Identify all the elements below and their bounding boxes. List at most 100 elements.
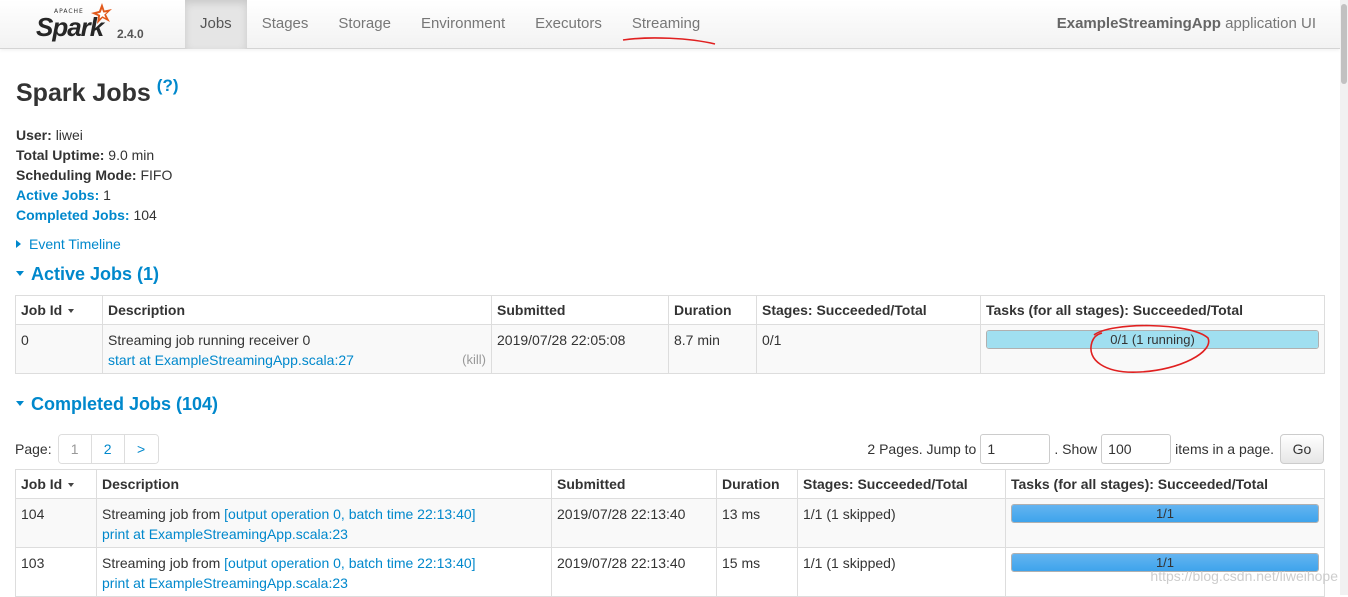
spark-version: 2.4.0 bbox=[117, 27, 144, 41]
scrollbar-thumb[interactable] bbox=[1341, 4, 1347, 84]
job-submitted: 2019/07/28 22:13:40 bbox=[551, 547, 717, 597]
active-jobs-heading[interactable]: Active Jobs (1) bbox=[16, 264, 159, 285]
progress-label: 0/1 (1 running) bbox=[1110, 332, 1195, 347]
col-tasks[interactable]: Tasks (for all stages): Succeeded/Total bbox=[1005, 469, 1325, 499]
page-size-input[interactable] bbox=[1101, 434, 1172, 464]
active-jobs-table: Job Id Description Submitted Duration St… bbox=[15, 295, 1325, 374]
completed-jobs-heading-text: Completed Jobs (104) bbox=[31, 394, 219, 414]
tab-executors[interactable]: Executors bbox=[520, 0, 617, 49]
job-submitted: 2019/07/28 22:13:40 bbox=[551, 498, 717, 548]
table-header-row: Job Id Description Submitted Duration St… bbox=[15, 469, 1325, 499]
collapse-arrow-icon bbox=[16, 271, 24, 276]
page-size-form: 2 Pages. Jump to . Show items in a page.… bbox=[867, 434, 1324, 464]
job-id: 0 bbox=[15, 324, 103, 374]
tasks-progress-bar: 1/1 bbox=[1011, 504, 1319, 523]
job-detail-link[interactable]: print at ExampleStreamingApp.scala:23 bbox=[102, 575, 348, 591]
description-text: Streaming job from bbox=[102, 555, 225, 571]
page-label: Page: bbox=[15, 441, 52, 457]
spark-logo[interactable]: APACHE Spark 2.4.0 bbox=[34, 2, 144, 46]
page-title: Spark Jobs (?) bbox=[16, 76, 179, 108]
collapse-arrow-icon bbox=[16, 401, 24, 406]
col-job-id[interactable]: Job Id bbox=[15, 469, 97, 499]
page-2-link[interactable]: 2 bbox=[91, 435, 125, 463]
next-page-link[interactable]: > bbox=[124, 435, 158, 463]
job-detail-link[interactable]: start at ExampleStreamingApp.scala:27 bbox=[108, 352, 354, 368]
items-label: items in a page. bbox=[1175, 441, 1274, 457]
job-tasks: 1/1 bbox=[1005, 498, 1325, 548]
spark-star-icon bbox=[91, 3, 112, 24]
col-tasks[interactable]: Tasks (for all stages): Succeeded/Total bbox=[980, 295, 1325, 325]
event-timeline-label: Event Timeline bbox=[29, 236, 121, 252]
page-links: 1 2 > bbox=[57, 434, 159, 464]
tab-jobs[interactable]: Jobs bbox=[185, 0, 247, 49]
job-tasks: 0/1 (1 running) bbox=[980, 324, 1325, 374]
col-description[interactable]: Description bbox=[96, 469, 552, 499]
job-id: 104 bbox=[15, 498, 97, 548]
tasks-progress-bar: 0/1 (1 running) bbox=[986, 330, 1319, 349]
pagination: Page: 1 2 > bbox=[15, 434, 159, 464]
col-submitted[interactable]: Submitted bbox=[551, 469, 717, 499]
job-description: Streaming job from [output operation 0, … bbox=[96, 547, 552, 597]
col-submitted[interactable]: Submitted bbox=[491, 295, 669, 325]
tab-environment[interactable]: Environment bbox=[406, 0, 520, 49]
batch-link[interactable]: [output operation 0, batch time 22:13:40… bbox=[224, 555, 475, 571]
summary-user: User: liwei bbox=[16, 127, 83, 143]
description-text: Streaming job running receiver 0 bbox=[108, 332, 311, 348]
col-duration[interactable]: Duration bbox=[716, 469, 798, 499]
page-1-link[interactable]: 1 bbox=[58, 435, 92, 463]
col-description[interactable]: Description bbox=[102, 295, 492, 325]
event-timeline-toggle[interactable]: Event Timeline bbox=[16, 236, 121, 252]
summary-completed-jobs: Completed Jobs: 104 bbox=[16, 207, 157, 223]
col-stages[interactable]: Stages: Succeeded/Total bbox=[797, 469, 1006, 499]
job-duration: 15 ms bbox=[716, 547, 798, 597]
expand-arrow-icon bbox=[16, 240, 21, 248]
job-detail-link[interactable]: print at ExampleStreamingApp.scala:23 bbox=[102, 526, 348, 542]
job-summary: User: liwei Total Uptime: 9.0 min Schedu… bbox=[16, 125, 172, 225]
completed-jobs-heading[interactable]: Completed Jobs (104) bbox=[16, 394, 218, 415]
go-button[interactable]: Go bbox=[1280, 434, 1324, 464]
top-navbar: APACHE Spark 2.4.0 Jobs Stages Storage E… bbox=[0, 0, 1340, 49]
kill-link[interactable]: (kill) bbox=[462, 350, 486, 370]
watermark: https://blog.csdn.net/liweihope bbox=[1150, 568, 1338, 584]
app-title: ExampleStreamingApp application UI bbox=[1057, 0, 1316, 48]
active-jobs-heading-text: Active Jobs (1) bbox=[31, 264, 160, 284]
batch-link[interactable]: [output operation 0, batch time 22:13:40… bbox=[224, 506, 475, 522]
col-stages[interactable]: Stages: Succeeded/Total bbox=[756, 295, 981, 325]
job-description: Streaming job from [output operation 0, … bbox=[96, 498, 552, 548]
job-description: Streaming job running receiver 0 start a… bbox=[102, 324, 492, 374]
job-stages: 0/1 bbox=[756, 324, 981, 374]
pages-info: 2 Pages. Jump to bbox=[867, 441, 977, 457]
summary-active-jobs: Active Jobs: 1 bbox=[16, 187, 111, 203]
sort-desc-icon bbox=[68, 483, 75, 487]
job-duration: 8.7 min bbox=[668, 324, 757, 374]
completed-jobs-link[interactable]: Completed Jobs: bbox=[16, 207, 130, 223]
app-name: ExampleStreamingApp bbox=[1056, 15, 1221, 32]
tab-storage[interactable]: Storage bbox=[323, 0, 406, 49]
sort-desc-icon bbox=[68, 309, 75, 313]
table-row: 103 Streaming job from [output operation… bbox=[15, 547, 1325, 597]
jump-to-page-input[interactable] bbox=[980, 434, 1051, 464]
main-tabs: Jobs Stages Storage Environment Executor… bbox=[185, 0, 715, 49]
table-row: 104 Streaming job from [output operation… bbox=[15, 498, 1325, 548]
page-title-text: Spark Jobs bbox=[16, 79, 151, 107]
app-title-suffix: application UI bbox=[1225, 15, 1316, 32]
table-header-row: Job Id Description Submitted Duration St… bbox=[15, 295, 1325, 325]
tab-streaming[interactable]: Streaming bbox=[617, 0, 715, 49]
job-stages: 1/1 (1 skipped) bbox=[797, 498, 1006, 548]
col-job-id[interactable]: Job Id bbox=[15, 295, 103, 325]
job-duration: 13 ms bbox=[716, 498, 798, 548]
job-id: 103 bbox=[15, 547, 97, 597]
description-text: Streaming job from bbox=[102, 506, 225, 522]
page-scrollbar[interactable] bbox=[1340, 0, 1348, 595]
col-duration[interactable]: Duration bbox=[668, 295, 757, 325]
job-stages: 1/1 (1 skipped) bbox=[797, 547, 1006, 597]
help-link[interactable]: (?) bbox=[157, 76, 179, 95]
show-label: . Show bbox=[1054, 441, 1098, 457]
summary-scheduling-mode: Scheduling Mode: FIFO bbox=[16, 167, 173, 183]
completed-jobs-table: Job Id Description Submitted Duration St… bbox=[15, 469, 1325, 597]
table-row: 0 Streaming job running receiver 0 start… bbox=[15, 324, 1325, 374]
progress-label: 1/1 bbox=[1155, 555, 1175, 570]
tab-stages[interactable]: Stages bbox=[247, 0, 324, 49]
job-submitted: 2019/07/28 22:05:08 bbox=[491, 324, 669, 374]
active-jobs-link[interactable]: Active Jobs: bbox=[16, 187, 99, 203]
